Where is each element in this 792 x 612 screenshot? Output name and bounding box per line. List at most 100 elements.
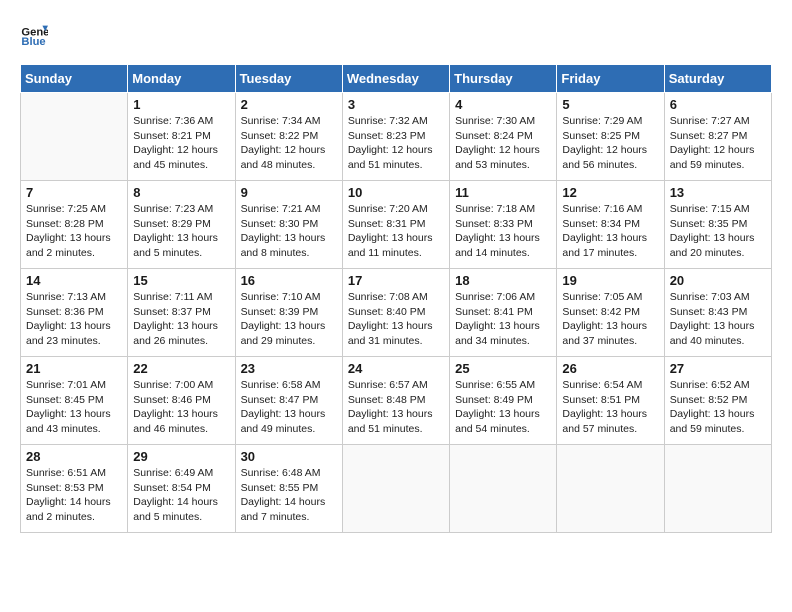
calendar-cell: [342, 445, 449, 533]
calendar-cell: 15 Sunrise: 7:11 AMSunset: 8:37 PMDayligh…: [128, 269, 235, 357]
calendar-cell: 30 Sunrise: 6:48 AMSunset: 8:55 PMDayligh…: [235, 445, 342, 533]
day-number: 9: [241, 185, 337, 200]
day-info: Sunrise: 7:13 AMSunset: 8:36 PMDaylight:…: [26, 290, 122, 349]
day-info: Sunrise: 7:18 AMSunset: 8:33 PMDaylight:…: [455, 202, 551, 261]
calendar-cell: 20 Sunrise: 7:03 AMSunset: 8:43 PMDayligh…: [664, 269, 771, 357]
calendar-cell: 21 Sunrise: 7:01 AMSunset: 8:45 PMDayligh…: [21, 357, 128, 445]
day-number: 26: [562, 361, 658, 376]
day-info: Sunrise: 7:36 AMSunset: 8:21 PMDaylight:…: [133, 114, 229, 173]
calendar-cell: [21, 93, 128, 181]
day-number: 5: [562, 97, 658, 112]
day-number: 11: [455, 185, 551, 200]
calendar-cell: 27 Sunrise: 6:52 AMSunset: 8:52 PMDayligh…: [664, 357, 771, 445]
day-info: Sunrise: 6:52 AMSunset: 8:52 PMDaylight:…: [670, 378, 766, 437]
day-info: Sunrise: 7:25 AMSunset: 8:28 PMDaylight:…: [26, 202, 122, 261]
day-info: Sunrise: 6:51 AMSunset: 8:53 PMDaylight:…: [26, 466, 122, 525]
day-info: Sunrise: 7:21 AMSunset: 8:30 PMDaylight:…: [241, 202, 337, 261]
calendar-week-row: 21 Sunrise: 7:01 AMSunset: 8:45 PMDayligh…: [21, 357, 772, 445]
calendar-header-row: SundayMondayTuesdayWednesdayThursdayFrid…: [21, 65, 772, 93]
calendar-cell: 12 Sunrise: 7:16 AMSunset: 8:34 PMDayligh…: [557, 181, 664, 269]
col-header-tuesday: Tuesday: [235, 65, 342, 93]
day-number: 24: [348, 361, 444, 376]
day-number: 27: [670, 361, 766, 376]
day-number: 29: [133, 449, 229, 464]
day-info: Sunrise: 6:49 AMSunset: 8:54 PMDaylight:…: [133, 466, 229, 525]
calendar-cell: 24 Sunrise: 6:57 AMSunset: 8:48 PMDayligh…: [342, 357, 449, 445]
day-number: 16: [241, 273, 337, 288]
day-number: 19: [562, 273, 658, 288]
svg-text:Blue: Blue: [21, 36, 45, 48]
day-info: Sunrise: 7:01 AMSunset: 8:45 PMDaylight:…: [26, 378, 122, 437]
col-header-monday: Monday: [128, 65, 235, 93]
day-info: Sunrise: 6:48 AMSunset: 8:55 PMDaylight:…: [241, 466, 337, 525]
col-header-friday: Friday: [557, 65, 664, 93]
calendar-cell: 26 Sunrise: 6:54 AMSunset: 8:51 PMDayligh…: [557, 357, 664, 445]
calendar-cell: 9 Sunrise: 7:21 AMSunset: 8:30 PMDaylight…: [235, 181, 342, 269]
page-header: General Blue: [20, 20, 772, 48]
day-info: Sunrise: 7:06 AMSunset: 8:41 PMDaylight:…: [455, 290, 551, 349]
day-number: 15: [133, 273, 229, 288]
calendar-cell: 16 Sunrise: 7:10 AMSunset: 8:39 PMDayligh…: [235, 269, 342, 357]
calendar-cell: 19Sunrise: 7:05 AMSunset: 8:42 PMDayligh…: [557, 269, 664, 357]
day-number: 4: [455, 97, 551, 112]
day-info: Sunrise: 7:11 AMSunset: 8:37 PMDaylight:…: [133, 290, 229, 349]
day-number: 23: [241, 361, 337, 376]
calendar-cell: 5 Sunrise: 7:29 AMSunset: 8:25 PMDaylight…: [557, 93, 664, 181]
day-number: 21: [26, 361, 122, 376]
day-info: Sunrise: 7:10 AMSunset: 8:39 PMDaylight:…: [241, 290, 337, 349]
day-number: 18: [455, 273, 551, 288]
day-info: Sunrise: 7:08 AMSunset: 8:40 PMDaylight:…: [348, 290, 444, 349]
day-number: 3: [348, 97, 444, 112]
day-number: 10: [348, 185, 444, 200]
day-info: Sunrise: 7:32 AMSunset: 8:23 PMDaylight:…: [348, 114, 444, 173]
calendar-cell: 2 Sunrise: 7:34 AMSunset: 8:22 PMDaylight…: [235, 93, 342, 181]
day-info: Sunrise: 6:55 AMSunset: 8:49 PMDaylight:…: [455, 378, 551, 437]
day-number: 14: [26, 273, 122, 288]
day-info: Sunrise: 7:27 AMSunset: 8:27 PMDaylight:…: [670, 114, 766, 173]
calendar-cell: 3 Sunrise: 7:32 AMSunset: 8:23 PMDaylight…: [342, 93, 449, 181]
logo: General Blue: [20, 20, 52, 48]
col-header-thursday: Thursday: [450, 65, 557, 93]
day-info: Sunrise: 7:15 AMSunset: 8:35 PMDaylight:…: [670, 202, 766, 261]
day-number: 7: [26, 185, 122, 200]
day-number: 12: [562, 185, 658, 200]
day-info: Sunrise: 7:16 AMSunset: 8:34 PMDaylight:…: [562, 202, 658, 261]
calendar-cell: 29 Sunrise: 6:49 AMSunset: 8:54 PMDayligh…: [128, 445, 235, 533]
calendar-week-row: 14 Sunrise: 7:13 AMSunset: 8:36 PMDayligh…: [21, 269, 772, 357]
day-number: 30: [241, 449, 337, 464]
calendar-cell: 28 Sunrise: 6:51 AMSunset: 8:53 PMDayligh…: [21, 445, 128, 533]
day-info: Sunrise: 7:20 AMSunset: 8:31 PMDaylight:…: [348, 202, 444, 261]
calendar-cell: 22 Sunrise: 7:00 AMSunset: 8:46 PMDayligh…: [128, 357, 235, 445]
day-number: 22: [133, 361, 229, 376]
calendar-cell: 10 Sunrise: 7:20 AMSunset: 8:31 PMDayligh…: [342, 181, 449, 269]
day-number: 2: [241, 97, 337, 112]
calendar-week-row: 1 Sunrise: 7:36 AMSunset: 8:21 PMDaylight…: [21, 93, 772, 181]
calendar-cell: [557, 445, 664, 533]
calendar-cell: 1 Sunrise: 7:36 AMSunset: 8:21 PMDaylight…: [128, 93, 235, 181]
calendar-cell: 17Sunrise: 7:08 AMSunset: 8:40 PMDayligh…: [342, 269, 449, 357]
calendar-cell: 23Sunrise: 6:58 AMSunset: 8:47 PMDayligh…: [235, 357, 342, 445]
day-number: 13: [670, 185, 766, 200]
day-number: 25: [455, 361, 551, 376]
day-info: Sunrise: 7:00 AMSunset: 8:46 PMDaylight:…: [133, 378, 229, 437]
day-info: Sunrise: 7:34 AMSunset: 8:22 PMDaylight:…: [241, 114, 337, 173]
day-number: 20: [670, 273, 766, 288]
calendar-table: SundayMondayTuesdayWednesdayThursdayFrid…: [20, 64, 772, 533]
day-number: 28: [26, 449, 122, 464]
day-number: 1: [133, 97, 229, 112]
day-info: Sunrise: 6:54 AMSunset: 8:51 PMDaylight:…: [562, 378, 658, 437]
col-header-wednesday: Wednesday: [342, 65, 449, 93]
calendar-cell: 13 Sunrise: 7:15 AMSunset: 8:35 PMDayligh…: [664, 181, 771, 269]
col-header-saturday: Saturday: [664, 65, 771, 93]
calendar-cell: 11 Sunrise: 7:18 AMSunset: 8:33 PMDayligh…: [450, 181, 557, 269]
day-number: 6: [670, 97, 766, 112]
day-info: Sunrise: 7:23 AMSunset: 8:29 PMDaylight:…: [133, 202, 229, 261]
calendar-week-row: 28 Sunrise: 6:51 AMSunset: 8:53 PMDayligh…: [21, 445, 772, 533]
day-info: Sunrise: 7:03 AMSunset: 8:43 PMDaylight:…: [670, 290, 766, 349]
calendar-cell: 8Sunrise: 7:23 AMSunset: 8:29 PMDaylight…: [128, 181, 235, 269]
calendar-cell: 18 Sunrise: 7:06 AMSunset: 8:41 PMDayligh…: [450, 269, 557, 357]
day-info: Sunrise: 7:29 AMSunset: 8:25 PMDaylight:…: [562, 114, 658, 173]
col-header-sunday: Sunday: [21, 65, 128, 93]
day-info: Sunrise: 6:57 AMSunset: 8:48 PMDaylight:…: [348, 378, 444, 437]
day-info: Sunrise: 7:30 AMSunset: 8:24 PMDaylight:…: [455, 114, 551, 173]
